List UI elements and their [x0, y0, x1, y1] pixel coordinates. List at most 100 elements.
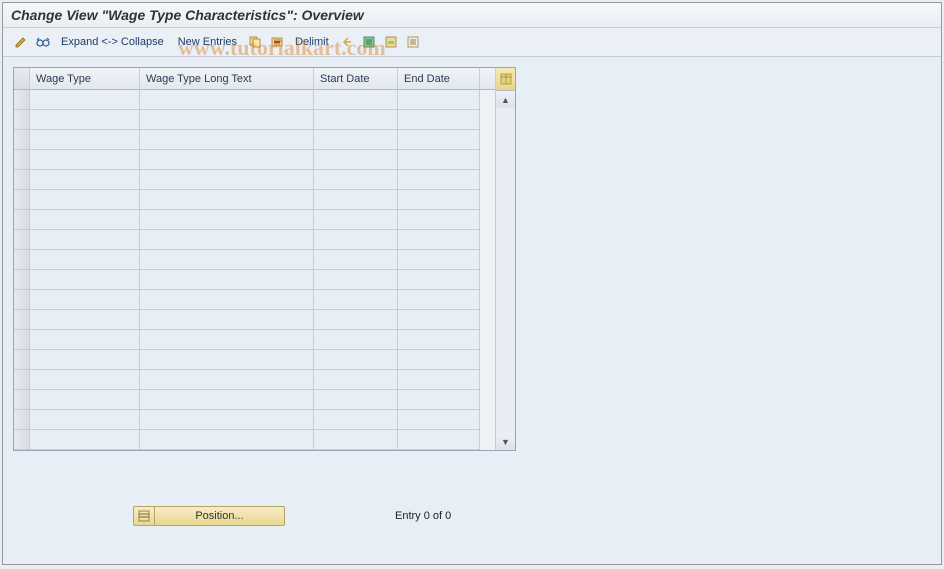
- cell-wage-type-long[interactable]: [140, 130, 314, 150]
- cell-start-date[interactable]: [314, 290, 398, 310]
- pencil-edit-icon[interactable]: [11, 32, 31, 52]
- scroll-track[interactable]: [496, 108, 515, 433]
- cell-start-date[interactable]: [314, 430, 398, 450]
- cell-wage-type-long[interactable]: [140, 190, 314, 210]
- cell-start-date[interactable]: [314, 410, 398, 430]
- row-selector[interactable]: [14, 390, 30, 410]
- row-selector[interactable]: [14, 170, 30, 190]
- row-selector[interactable]: [14, 290, 30, 310]
- cell-wage-type-long[interactable]: [140, 370, 314, 390]
- new-entries-button[interactable]: New Entries: [172, 34, 243, 50]
- cell-wage-type-long[interactable]: [140, 230, 314, 250]
- cell-start-date[interactable]: [314, 210, 398, 230]
- cell-wage-type[interactable]: [30, 150, 140, 170]
- cell-start-date[interactable]: [314, 110, 398, 130]
- row-selector[interactable]: [14, 310, 30, 330]
- row-selector[interactable]: [14, 250, 30, 270]
- cell-wage-type[interactable]: [30, 310, 140, 330]
- cell-end-date[interactable]: [398, 210, 480, 230]
- cell-wage-type-long[interactable]: [140, 270, 314, 290]
- cell-start-date[interactable]: [314, 370, 398, 390]
- cell-wage-type-long[interactable]: [140, 210, 314, 230]
- cell-end-date[interactable]: [398, 290, 480, 310]
- cell-wage-type[interactable]: [30, 290, 140, 310]
- cell-start-date[interactable]: [314, 130, 398, 150]
- row-selector[interactable]: [14, 90, 30, 110]
- cell-end-date[interactable]: [398, 390, 480, 410]
- cell-wage-type[interactable]: [30, 410, 140, 430]
- cell-start-date[interactable]: [314, 310, 398, 330]
- select-block-icon[interactable]: [381, 32, 401, 52]
- cell-wage-type[interactable]: [30, 170, 140, 190]
- cell-start-date[interactable]: [314, 150, 398, 170]
- cell-wage-type-long[interactable]: [140, 250, 314, 270]
- cell-end-date[interactable]: [398, 330, 480, 350]
- cell-start-date[interactable]: [314, 250, 398, 270]
- row-selector[interactable]: [14, 370, 30, 390]
- expand-collapse-button[interactable]: Expand <-> Collapse: [55, 34, 170, 50]
- column-header-start-date[interactable]: Start Date: [314, 68, 398, 89]
- row-selector[interactable]: [14, 110, 30, 130]
- position-button[interactable]: Position...: [155, 506, 285, 526]
- cell-wage-type-long[interactable]: [140, 410, 314, 430]
- row-selector[interactable]: [14, 190, 30, 210]
- select-all-icon[interactable]: [359, 32, 379, 52]
- cell-wage-type-long[interactable]: [140, 290, 314, 310]
- cell-end-date[interactable]: [398, 90, 480, 110]
- cell-end-date[interactable]: [398, 230, 480, 250]
- cell-start-date[interactable]: [314, 330, 398, 350]
- cell-end-date[interactable]: [398, 430, 480, 450]
- column-header-wage-type[interactable]: Wage Type: [30, 68, 140, 89]
- cell-end-date[interactable]: [398, 350, 480, 370]
- cell-wage-type[interactable]: [30, 130, 140, 150]
- cell-wage-type-long[interactable]: [140, 150, 314, 170]
- cell-wage-type-long[interactable]: [140, 310, 314, 330]
- table-configure-icon[interactable]: [496, 68, 515, 91]
- delete-row-icon[interactable]: [267, 32, 287, 52]
- cell-wage-type-long[interactable]: [140, 330, 314, 350]
- deselect-all-icon[interactable]: [403, 32, 423, 52]
- cell-wage-type-long[interactable]: [140, 390, 314, 410]
- cell-end-date[interactable]: [398, 370, 480, 390]
- cell-start-date[interactable]: [314, 190, 398, 210]
- cell-end-date[interactable]: [398, 110, 480, 130]
- cell-wage-type-long[interactable]: [140, 170, 314, 190]
- cell-wage-type[interactable]: [30, 110, 140, 130]
- row-selector[interactable]: [14, 130, 30, 150]
- cell-end-date[interactable]: [398, 170, 480, 190]
- cell-wage-type[interactable]: [30, 230, 140, 250]
- cell-end-date[interactable]: [398, 250, 480, 270]
- cell-start-date[interactable]: [314, 230, 398, 250]
- column-header-end-date[interactable]: End Date: [398, 68, 480, 89]
- row-selector[interactable]: [14, 230, 30, 250]
- cell-end-date[interactable]: [398, 270, 480, 290]
- cell-start-date[interactable]: [314, 350, 398, 370]
- cell-wage-type[interactable]: [30, 370, 140, 390]
- cell-end-date[interactable]: [398, 190, 480, 210]
- cell-wage-type[interactable]: [30, 250, 140, 270]
- row-selector-header[interactable]: [14, 68, 30, 89]
- position-icon[interactable]: [133, 506, 155, 526]
- cell-start-date[interactable]: [314, 390, 398, 410]
- cell-wage-type[interactable]: [30, 430, 140, 450]
- cell-end-date[interactable]: [398, 310, 480, 330]
- scroll-up-icon[interactable]: ▲: [496, 91, 515, 108]
- delimit-button[interactable]: Delimit: [289, 34, 335, 50]
- cell-wage-type-long[interactable]: [140, 110, 314, 130]
- cell-end-date[interactable]: [398, 410, 480, 430]
- cell-wage-type-long[interactable]: [140, 350, 314, 370]
- row-selector[interactable]: [14, 430, 30, 450]
- cell-wage-type[interactable]: [30, 330, 140, 350]
- row-selector[interactable]: [14, 410, 30, 430]
- cell-wage-type[interactable]: [30, 210, 140, 230]
- column-header-wage-type-long[interactable]: Wage Type Long Text: [140, 68, 314, 89]
- cell-end-date[interactable]: [398, 130, 480, 150]
- cell-wage-type[interactable]: [30, 350, 140, 370]
- cell-start-date[interactable]: [314, 90, 398, 110]
- row-selector[interactable]: [14, 150, 30, 170]
- glasses-display-icon[interactable]: [33, 32, 53, 52]
- scroll-down-icon[interactable]: ▼: [496, 433, 515, 450]
- row-selector[interactable]: [14, 350, 30, 370]
- cell-start-date[interactable]: [314, 270, 398, 290]
- cell-wage-type[interactable]: [30, 270, 140, 290]
